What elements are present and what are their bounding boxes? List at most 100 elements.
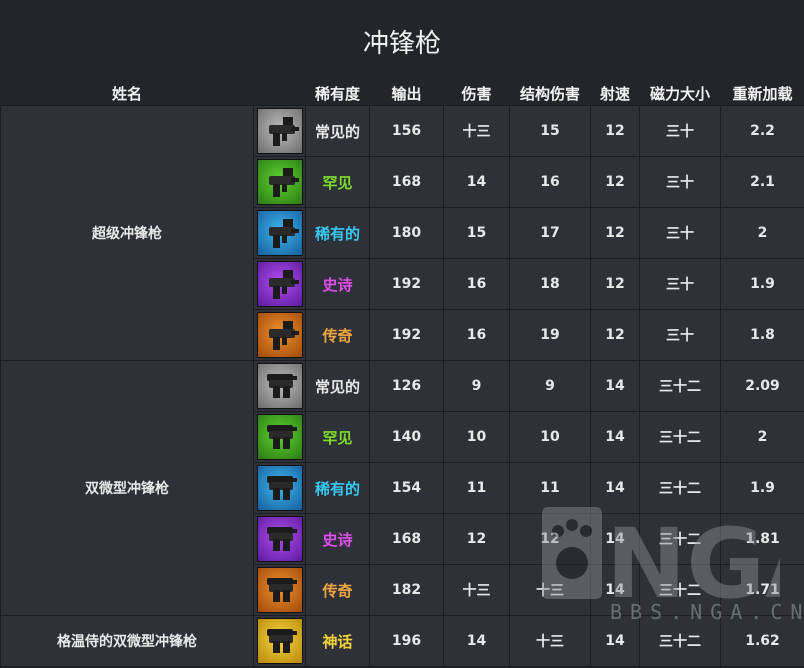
fire-rate-cell: 12 (590, 105, 640, 157)
damage-cell: 十三 (443, 564, 510, 616)
rarity-cell: 常见的 (305, 105, 370, 157)
rarity-cell: 史诗 (305, 258, 370, 310)
header-dps: 输出 (369, 82, 444, 106)
damage-cell: 10 (443, 411, 510, 463)
damage-cell: 15 (443, 207, 510, 259)
reload-cell: 1.9 (720, 258, 804, 310)
magazine-cell: 三十 (639, 207, 721, 259)
damage-cell: 14 (443, 615, 510, 667)
reload-cell: 2.09 (720, 360, 804, 412)
table-header-row: 姓名 稀有度 输出 伤害 结构伤害 射速 磁力大小 重新加载 (0, 82, 804, 106)
dps-cell: 156 (369, 105, 444, 157)
weapon-stats-table: 姓名 稀有度 输出 伤害 结构伤害 射速 磁力大小 重新加载 超级冲锋枪 常见的 1… (0, 82, 804, 667)
fire-rate-cell: 14 (590, 513, 640, 565)
weapon-image-cell (253, 564, 306, 616)
weapon-image (256, 108, 303, 154)
structure-damage-cell: 18 (509, 258, 591, 310)
reload-cell: 1.81 (720, 513, 804, 565)
dps-cell: 180 (369, 207, 444, 259)
structure-damage-cell: 15 (509, 105, 591, 157)
reload-cell: 2.1 (720, 156, 804, 208)
header-icon (253, 82, 306, 106)
fire-rate-cell: 12 (590, 207, 640, 259)
header-name: 姓名 (0, 82, 254, 106)
rarity-cell: 稀有的 (305, 462, 370, 514)
weapon-image (256, 567, 303, 613)
structure-damage-cell: 9 (509, 360, 591, 412)
table-row: 双微型冲锋枪 常见的 126 9 9 14 三十二 2.09 (0, 360, 804, 616)
reload-cell: 1.9 (720, 462, 804, 514)
reload-cell: 2 (720, 207, 804, 259)
structure-damage-cell: 10 (509, 411, 591, 463)
structure-damage-cell: 16 (509, 156, 591, 208)
magazine-cell: 三十 (639, 156, 721, 208)
dps-cell: 140 (369, 411, 444, 463)
magazine-cell: 三十二 (639, 411, 721, 463)
weapon-image (256, 363, 303, 409)
rarity-cell: 稀有的 (305, 207, 370, 259)
magazine-cell: 三十二 (639, 462, 721, 514)
dps-cell: 154 (369, 462, 444, 514)
weapon-image (256, 312, 303, 358)
dps-cell: 196 (369, 615, 444, 667)
damage-cell: 9 (443, 360, 510, 412)
weapon-image-cell (253, 105, 306, 157)
fire-rate-cell: 14 (590, 462, 640, 514)
rarity-cell: 罕见 (305, 156, 370, 208)
header-magazine: 磁力大小 (639, 82, 721, 106)
weapon-image-cell (253, 462, 306, 514)
fire-rate-cell: 12 (590, 309, 640, 361)
header-fire-rate: 射速 (590, 82, 640, 106)
reload-cell: 1.8 (720, 309, 804, 361)
fire-rate-cell: 12 (590, 156, 640, 208)
magazine-cell: 三十二 (639, 513, 721, 565)
weapon-image (256, 414, 303, 460)
fire-rate-cell: 14 (590, 360, 640, 412)
weapon-image-cell (253, 411, 306, 463)
structure-damage-cell: 十三 (509, 615, 591, 667)
weapon-image-cell (253, 360, 306, 412)
weapon-image (256, 516, 303, 562)
dps-cell: 168 (369, 156, 444, 208)
damage-cell: 14 (443, 156, 510, 208)
weapon-image (256, 465, 303, 511)
fire-rate-cell: 12 (590, 258, 640, 310)
rarity-cell: 常见的 (305, 360, 370, 412)
magazine-cell: 三十 (639, 309, 721, 361)
watermark-site-text: BBS.NGA.CN (610, 600, 804, 624)
page-title: 冲锋枪 (0, 0, 804, 82)
header-damage: 伤害 (443, 82, 510, 106)
damage-cell: 11 (443, 462, 510, 514)
weapon-image-cell (253, 513, 306, 565)
weapon-image (256, 261, 303, 307)
rarity-cell: 史诗 (305, 513, 370, 565)
weapon-image (256, 618, 303, 664)
weapon-image (256, 159, 303, 205)
weapon-name-cell: 格温侍的双微型冲锋枪 (0, 615, 254, 667)
weapon-image-cell (253, 258, 306, 310)
rarity-cell: 传奇 (305, 309, 370, 361)
damage-cell: 16 (443, 258, 510, 310)
damage-cell: 12 (443, 513, 510, 565)
weapon-image-cell (253, 615, 306, 667)
dps-cell: 126 (369, 360, 444, 412)
weapon-image-cell (253, 309, 306, 361)
table-row: 超级冲锋枪 常见的 156 十三 15 12 三十 2.2 (0, 105, 804, 361)
structure-damage-cell: 12 (509, 513, 591, 565)
structure-damage-cell: 19 (509, 309, 591, 361)
header-rarity: 稀有度 (305, 82, 370, 106)
reload-cell: 2.2 (720, 105, 804, 157)
fire-rate-cell: 14 (590, 411, 640, 463)
header-structure-damage: 结构伤害 (509, 82, 591, 106)
rarity-cell: 传奇 (305, 564, 370, 616)
weapon-image-cell (253, 156, 306, 208)
dps-cell: 192 (369, 309, 444, 361)
damage-cell: 16 (443, 309, 510, 361)
structure-damage-cell: 11 (509, 462, 591, 514)
dps-cell: 182 (369, 564, 444, 616)
weapon-name-cell: 超级冲锋枪 (0, 105, 254, 361)
magazine-cell: 三十 (639, 105, 721, 157)
rarity-cell: 神话 (305, 615, 370, 667)
weapon-image (256, 210, 303, 256)
dps-cell: 192 (369, 258, 444, 310)
